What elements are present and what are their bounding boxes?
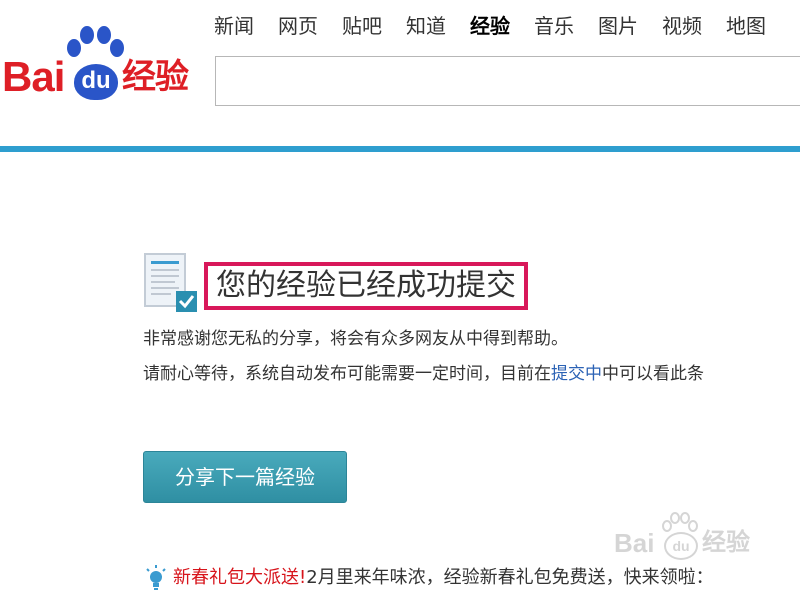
top-nav: 新闻 网页 贴吧 知道 经验 音乐 图片 视频 地图 [214,12,778,42]
header-divider-bar [0,146,800,152]
nav-item-tieba[interactable]: 贴吧 [330,12,394,42]
promo-link[interactable]: 新春礼包大派送 [173,565,299,591]
nav-item-music[interactable]: 音乐 [522,12,586,42]
wait-message: 请耐心等待，系统自动发布可能需要一定时间，目前在提交中中可以看此条 [143,362,704,386]
search-box [215,56,800,106]
search-input[interactable] [216,57,800,105]
logo-bai-text: Bai [2,53,65,100]
nav-item-video[interactable]: 视频 [650,12,714,42]
watermark-paw-icon [662,512,698,532]
page: Bai du 经验 新闻 网页 贴吧 知道 经验 音乐 图片 视频 地图 您的经… [0,0,800,600]
success-title: 您的经验已经成功提交 [204,262,528,310]
watermark-jingyan-text: 经验 [702,528,750,556]
share-next-experience-button[interactable]: 分享下一篇经验 [143,451,347,503]
wait-message-suffix: 中可以看此条 [602,364,704,384]
document-check-icon [144,253,197,312]
nav-item-images[interactable]: 图片 [586,12,650,42]
watermark-du-text: du [664,532,698,560]
header: Bai du 经验 新闻 网页 贴吧 知道 经验 音乐 图片 视频 地图 [0,0,800,146]
nav-item-web[interactable]: 网页 [266,12,330,42]
promo-exclamation: ! [299,567,307,588]
logo-du-badge: du [74,64,118,100]
baidu-jingyan-logo[interactable]: Bai du 经验 [0,26,200,106]
nav-item-news[interactable]: 新闻 [214,12,266,42]
wait-message-prefix: 请耐心等待，系统自动发布可能需要一定时间，目前在 [143,364,551,384]
thanks-message: 非常感谢您无私的分享，将会有众多网友从中得到帮助。 [143,329,568,349]
logo-jingyan-text: 经验 [122,57,189,97]
promo-text: 2月里来年味浓，经验新春礼包免费送，快来领啦： [306,567,714,588]
watermark-bai-text: Bai [614,528,655,558]
lightbulb-icon [146,565,166,590]
promo-banner: 新春礼包大派送 ! 2月里来年味浓，经验新春礼包免费送，快来领啦： [145,563,714,593]
nav-item-jingyan[interactable]: 经验 [458,12,522,42]
nav-item-zhidao[interactable]: 知道 [394,12,458,42]
nav-item-map[interactable]: 地图 [714,12,778,42]
submitting-link[interactable]: 提交中 [551,364,602,384]
